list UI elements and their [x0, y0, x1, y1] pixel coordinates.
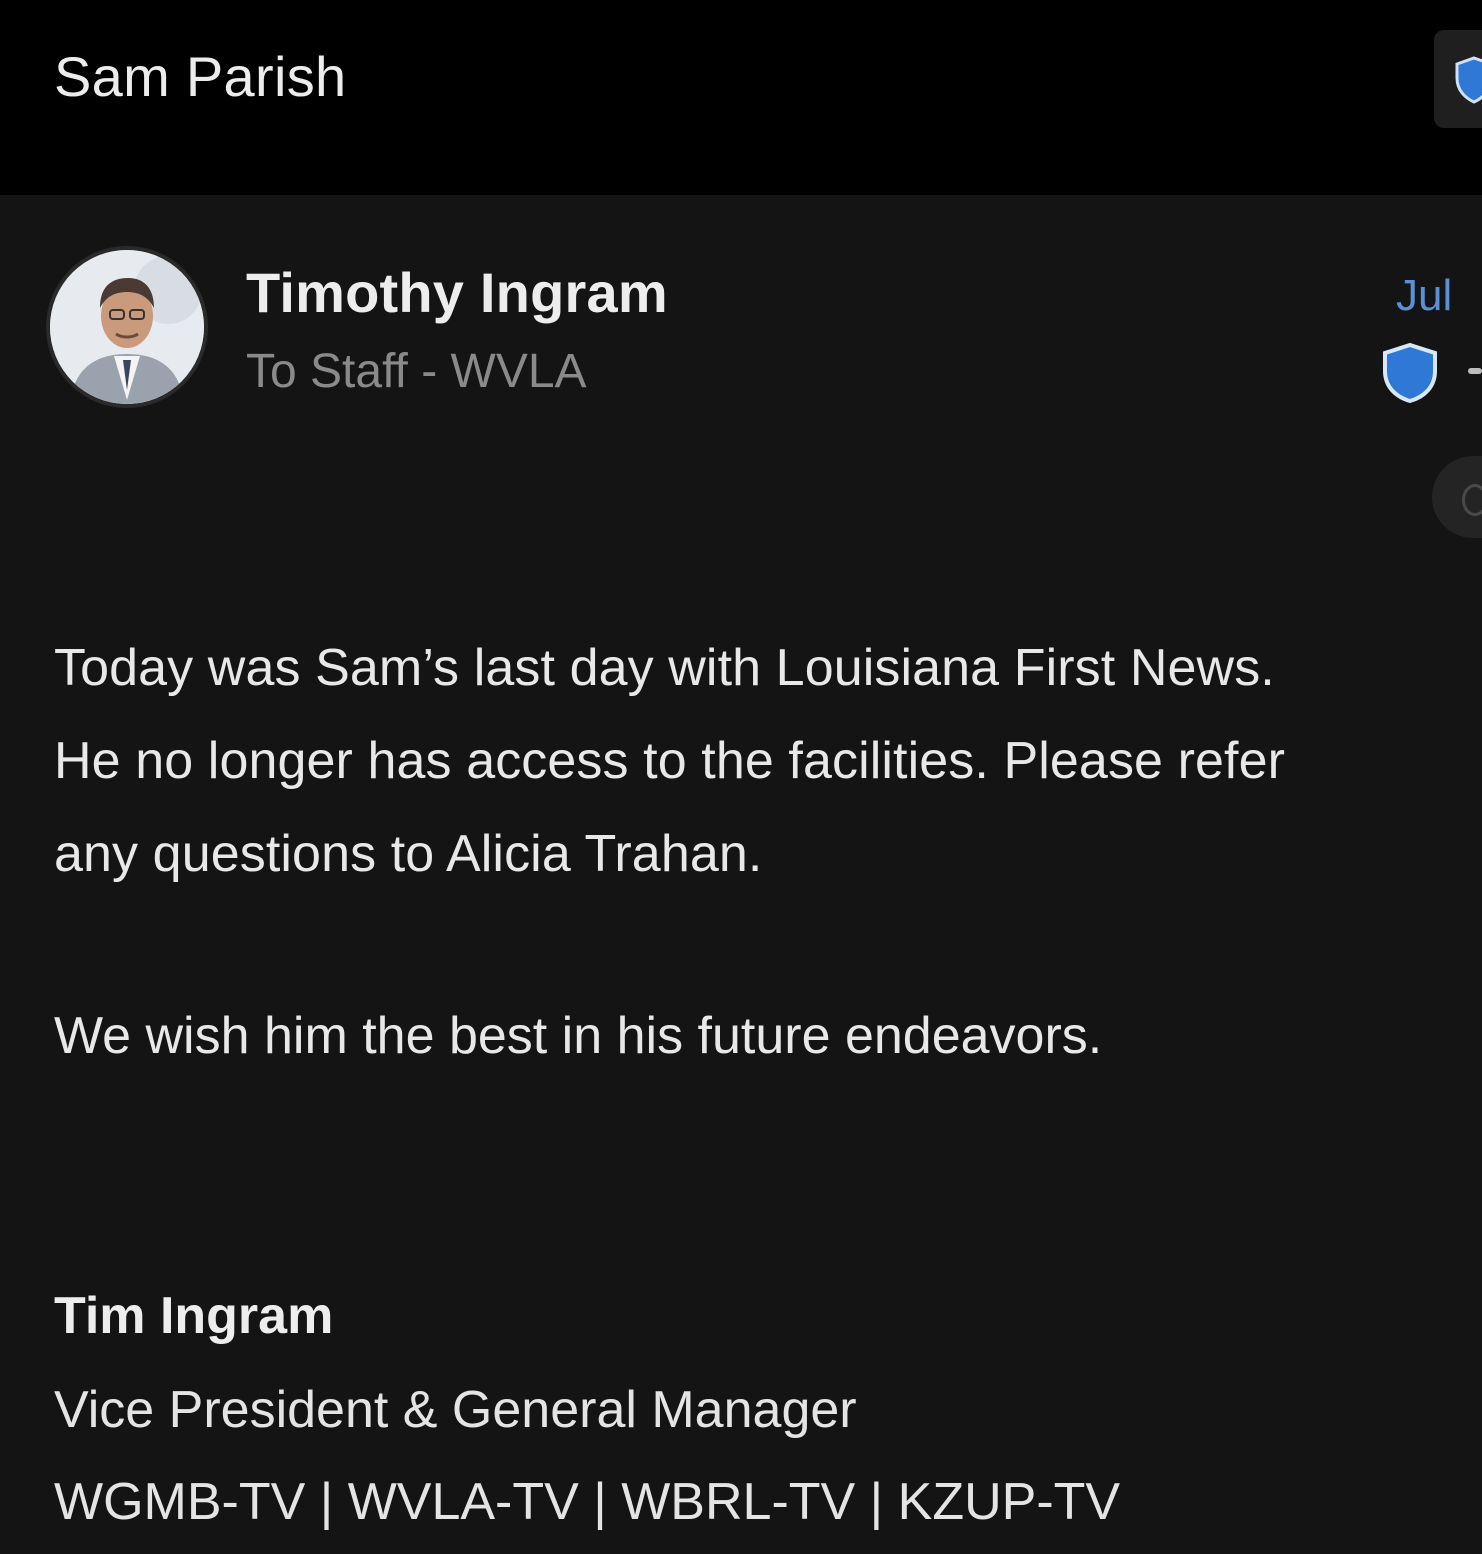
conversation-title: Sam Parish [54, 45, 347, 108]
reaction-button[interactable] [1432, 456, 1482, 538]
security-badge[interactable] [1380, 342, 1440, 409]
body-line: any questions to Alicia Trahan. [54, 825, 763, 883]
shield-icon [1383, 342, 1437, 404]
body-line: He no longer has access to the facilitie… [54, 732, 1286, 790]
sender-photo [50, 250, 204, 404]
shield-icon [1455, 56, 1482, 104]
sender-avatar[interactable] [50, 250, 204, 404]
reply-arrow-icon[interactable] [1468, 368, 1482, 374]
recipient-line[interactable]: To Staff - WVLA [246, 340, 587, 404]
emoji-icon [1462, 484, 1482, 516]
signature-title: Vice President & General Manager [54, 1381, 857, 1439]
header-shield-button[interactable] [1434, 30, 1482, 128]
body-line: Today was Sam’s last day with Louisiana … [54, 639, 1275, 697]
email-reading-pane: Sam Parish Timothy Ingram To Staff - WVL… [0, 0, 1482, 1554]
message-date: Jul [1396, 271, 1453, 320]
message-body: Today was Sam’s last day with Louisiana … [54, 622, 1482, 901]
conversation-header: Sam Parish [0, 0, 1482, 195]
sender-name[interactable]: Timothy Ingram [246, 258, 668, 328]
closing-line: We wish him the best in his future endea… [54, 1007, 1103, 1065]
signature-stations: WGMB-TV | WVLA-TV | WBRL-TV | KZUP-TV [54, 1473, 1121, 1531]
signature-name: Tim Ingram [54, 1287, 334, 1345]
